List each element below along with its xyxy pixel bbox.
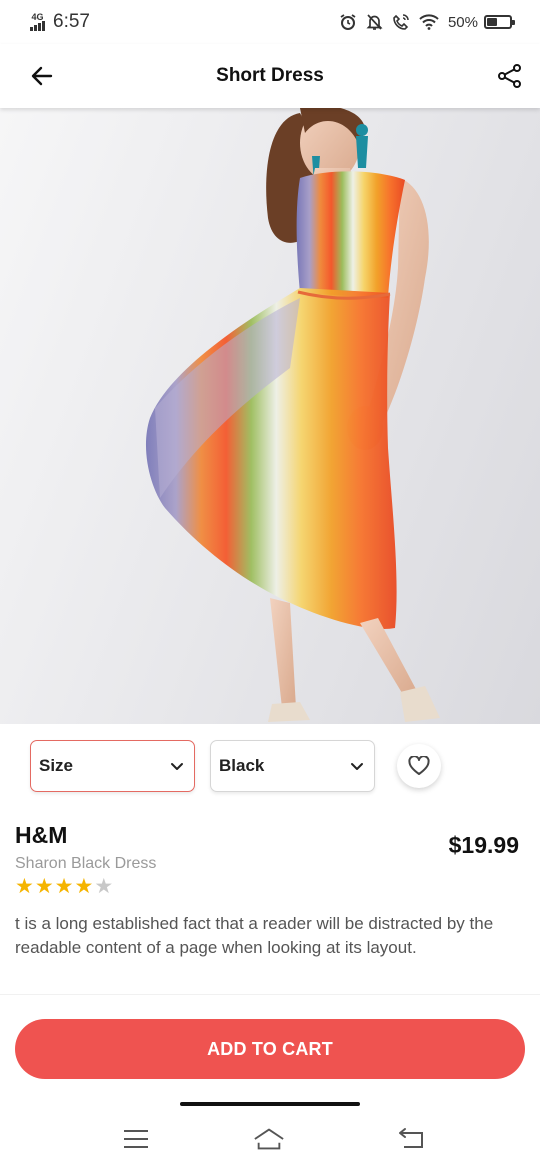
star-filled-icon: ★	[34, 875, 54, 898]
back-nav-button[interactable]	[395, 1126, 427, 1152]
color-dropdown-label: Black	[219, 756, 265, 775]
back-nav-icon	[399, 1128, 423, 1148]
star-empty-icon: ★	[94, 875, 114, 898]
arrow-left-icon	[31, 66, 53, 86]
star-filled-icon: ★	[54, 875, 74, 898]
battery-percent: 50%	[447, 13, 478, 31]
add-to-cart-button[interactable]: ADD TO CART	[15, 1019, 525, 1079]
wifi-icon	[419, 14, 439, 30]
battery-icon	[484, 15, 515, 29]
share-icon	[498, 64, 521, 88]
favorite-button[interactable]	[397, 744, 441, 788]
home-icon	[254, 1128, 284, 1150]
product-image	[0, 108, 540, 724]
product-description: t is a long established fact that a read…	[15, 914, 494, 957]
star-filled-icon: ★	[74, 875, 94, 898]
dress-model-illustration	[145, 108, 440, 722]
share-button[interactable]	[496, 62, 524, 90]
home-button[interactable]	[253, 1126, 285, 1152]
page-title: Short Dress	[216, 65, 324, 86]
app-bar: Short Dress	[0, 44, 540, 108]
back-button[interactable]	[28, 62, 56, 90]
notifications-off-icon	[366, 14, 383, 30]
status-bar: 4G 6:57 50%	[0, 0, 540, 44]
color-dropdown[interactable]: Black	[210, 740, 375, 792]
size-dropdown-label: Size	[39, 756, 74, 775]
network-signal-icon: 4G	[30, 13, 45, 31]
alarm-icon	[340, 14, 356, 30]
chevron-down-icon	[171, 763, 183, 770]
system-nav-bar	[0, 1118, 540, 1162]
menu-icon	[124, 1130, 148, 1148]
star-rating: ★ ★ ★ ★ ★	[15, 876, 113, 897]
product-brand: H&M	[15, 822, 68, 848]
product-price: $19.99	[448, 832, 519, 858]
wifi-calling-icon	[393, 14, 409, 30]
chevron-down-icon	[351, 763, 363, 770]
star-filled-icon: ★	[15, 875, 34, 898]
status-time: 6:57	[53, 11, 90, 32]
home-indicator[interactable]	[180, 1102, 360, 1106]
size-dropdown[interactable]: Size	[30, 740, 195, 792]
heart-icon	[408, 756, 430, 775]
network-type: 4G	[31, 12, 44, 22]
divider	[0, 994, 540, 995]
recent-apps-button[interactable]	[120, 1126, 152, 1152]
product-name: Sharon Black Dress	[15, 855, 157, 872]
